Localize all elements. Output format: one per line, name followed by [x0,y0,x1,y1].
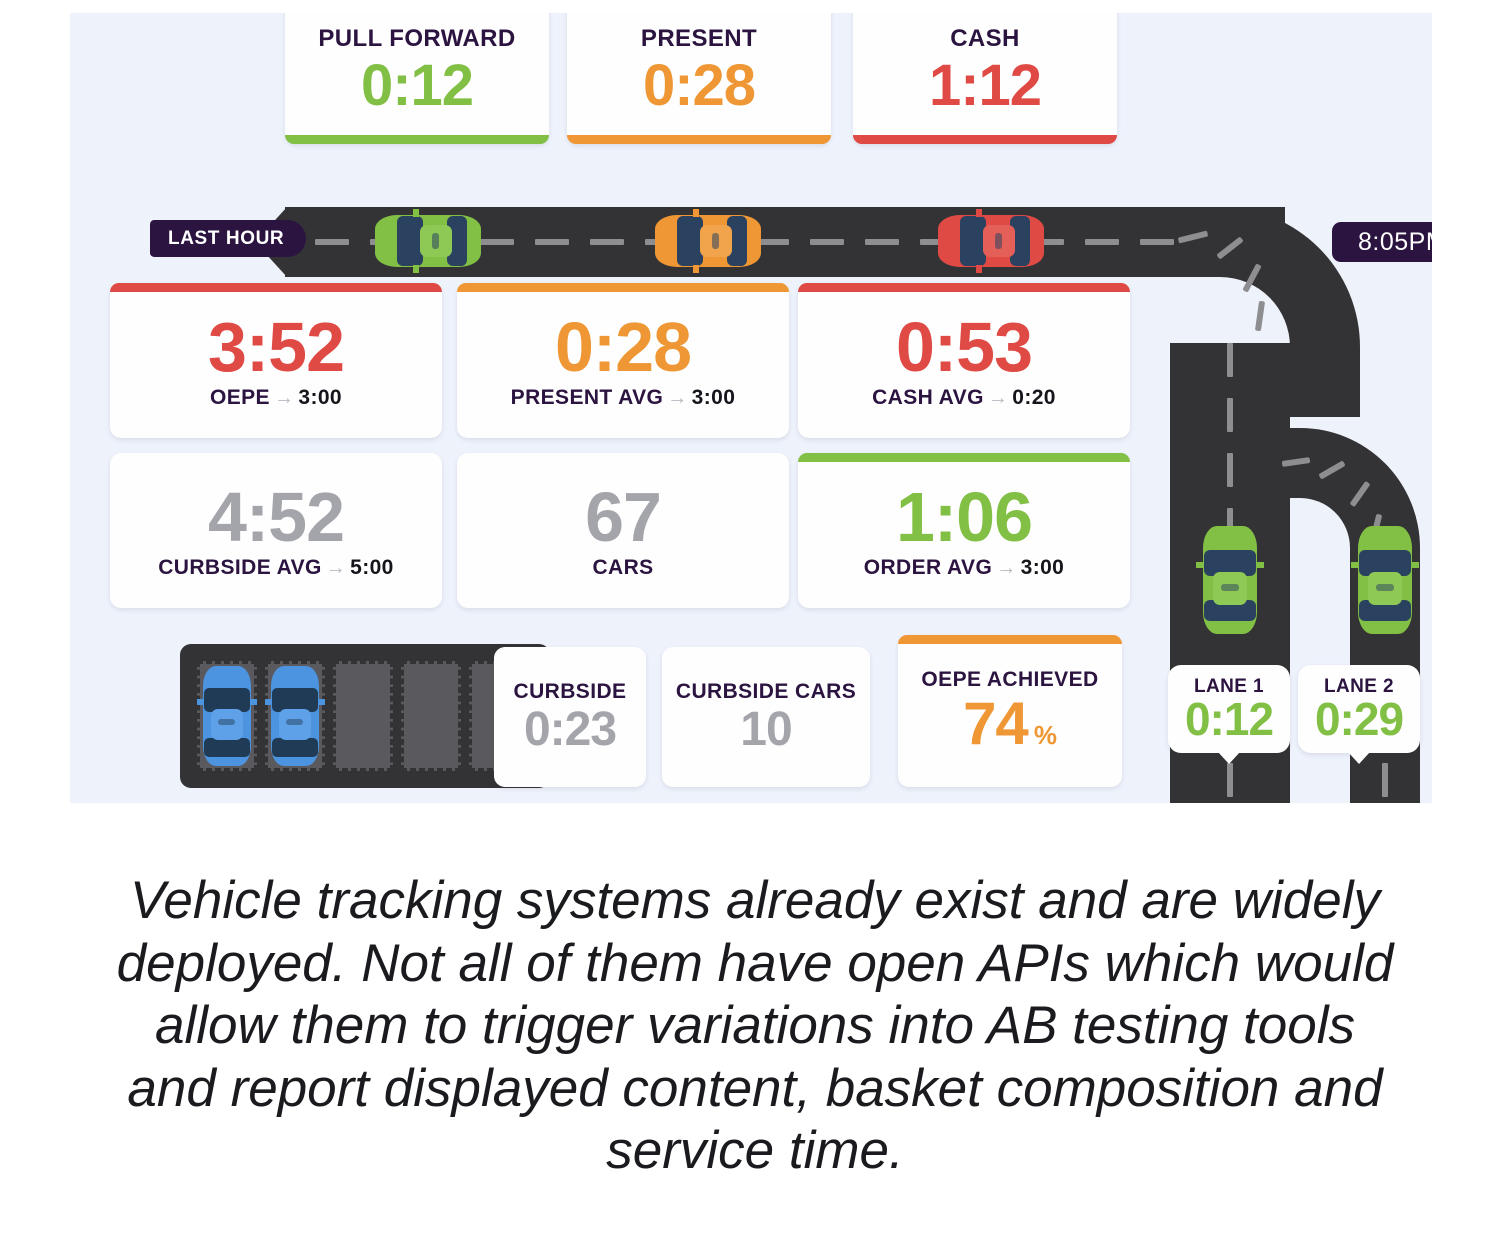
metric-value: 0:53 [895,307,1033,386]
metric-label: ORDER AVG [863,555,993,579]
metric-label-row: CASH AVG → 0:20 [872,386,1056,410]
queue-car-orange [655,209,761,273]
arrow-right-icon: → [325,556,347,579]
clock-label: 8:05PM [1358,227,1432,256]
parking-bay [333,661,393,771]
road-dash [535,239,569,245]
metric-value: 0:28 [554,307,692,386]
lane-card-1[interactable]: LANE 1 0:12 [1168,665,1290,764]
parked-car [265,666,325,766]
small-card-curbside-cars[interactable]: CURBSIDE CARS 10 [662,647,870,787]
metric-label-row: ORDER AVG → 3:00 [864,556,1065,580]
queue-car-red [938,209,1044,273]
metric-label: CASH AVG [872,385,984,409]
lane-card-pointer [1218,752,1240,764]
road-dash [1085,239,1119,245]
drivethru-dashboard-panel: LAST HOUR 8:05PM PULL FORWARD 0:12 PRESE… [70,13,1432,803]
screenshot-root: LAST HOUR 8:05PM PULL FORWARD 0:12 PRESE… [0,0,1504,1250]
road-dash [1227,763,1233,797]
status-bar [853,135,1117,144]
metric-card-oepe[interactable]: 3:52 OEPE → 3:00 [110,283,442,438]
top-card-pull-forward[interactable]: PULL FORWARD 0:12 [285,13,549,144]
status-bar [798,283,1130,292]
arrow-right-icon: → [667,386,688,409]
top-card-label: PULL FORWARD [318,25,516,52]
parked-car [197,666,257,766]
small-card-curbside[interactable]: CURBSIDE 0:23 [494,647,646,787]
metric-card-present-avg[interactable]: 0:28 PRESENT AVG → 3:00 [457,283,789,438]
clock-badge: 8:05PM [1332,222,1432,262]
metric-label-row: OEPE → 3:00 [210,386,342,410]
metric-label: PRESENT AVG [510,385,664,409]
metric-card-cash-avg[interactable]: 0:53 CASH AVG → 0:20 [798,283,1130,438]
lane-2-car [1351,526,1419,634]
top-card-cash[interactable]: CASH 1:12 [853,13,1117,144]
status-bar [898,635,1122,644]
small-card-value: 0:23 [523,703,617,756]
metric-value: 67 [585,477,662,556]
status-bar [285,135,549,144]
road-dash [1382,763,1388,797]
metric-target: 3:00 [1020,555,1065,579]
last-hour-label: LAST HOUR [168,227,285,249]
top-card-value: 0:12 [360,53,474,118]
lane-card-pointer [1348,752,1370,764]
metric-card-cars[interactable]: 67 CARS [457,453,789,608]
small-card-label: OEPE ACHIEVED [921,668,1099,691]
small-card-oepe-achieved[interactable]: OEPE ACHIEVED 74 % [898,635,1122,787]
status-bar [567,135,831,144]
small-card-value: 74 [963,690,1029,757]
status-bar [798,453,1130,462]
road-dash [865,239,899,245]
arrow-right-icon: → [273,386,295,409]
arrow-right-icon: → [996,556,1017,579]
top-card-value: 1:12 [928,53,1042,118]
metric-card-curbside-avg[interactable]: 4:52 CURBSIDE AVG → 5:00 [110,453,442,608]
percent-suffix: % [1033,720,1057,750]
metric-value: 4:52 [207,477,345,556]
road-dash [480,239,514,245]
road-dash [1227,398,1233,432]
metric-label: CARS [592,555,654,579]
road-dash [590,239,624,245]
status-bar [457,283,789,292]
small-card-label: CURBSIDE [513,680,627,703]
metric-label: CURBSIDE AVG [158,555,322,579]
lane-1-car [1196,526,1264,634]
road-dash [1140,239,1174,245]
metric-target: 5:00 [350,555,394,579]
status-bar [110,283,442,292]
metric-value: 3:52 [207,307,345,386]
road-dash [315,239,349,245]
top-card-label: CASH [950,25,1020,52]
metric-value: 1:06 [895,477,1033,556]
lane-card-value: 0:12 [1184,693,1274,745]
metric-card-order-avg[interactable]: 1:06 ORDER AVG → 3:00 [798,453,1130,608]
parking-bay [401,661,461,771]
road-dash [1227,343,1233,377]
top-card-value: 0:28 [642,53,756,118]
top-card-present[interactable]: PRESENT 0:28 [567,13,831,144]
lane-card-2[interactable]: LANE 2 0:29 [1298,665,1420,764]
small-card-value: 10 [740,703,792,756]
last-hour-badge: LAST HOUR [150,220,307,257]
metric-target: 3:00 [298,385,342,409]
lane-card-value: 0:29 [1314,693,1404,745]
metric-label: OEPE [209,385,270,409]
metric-label-row: PRESENT AVG → 3:00 [511,386,736,410]
metric-target: 0:20 [1012,385,1056,409]
queue-car-green [375,209,481,273]
metric-target: 3:00 [691,385,736,409]
arrow-right-icon: → [987,386,1009,409]
metric-label-row: CURBSIDE AVG → 5:00 [158,556,394,580]
road-dash [1227,453,1233,487]
road-dash [810,239,844,245]
top-card-label: PRESENT [640,25,758,52]
small-card-label: CURBSIDE CARS [675,680,857,703]
figure-caption: Vehicle tracking systems already exist a… [116,871,1394,1181]
metric-label-row: CARS [592,556,653,580]
